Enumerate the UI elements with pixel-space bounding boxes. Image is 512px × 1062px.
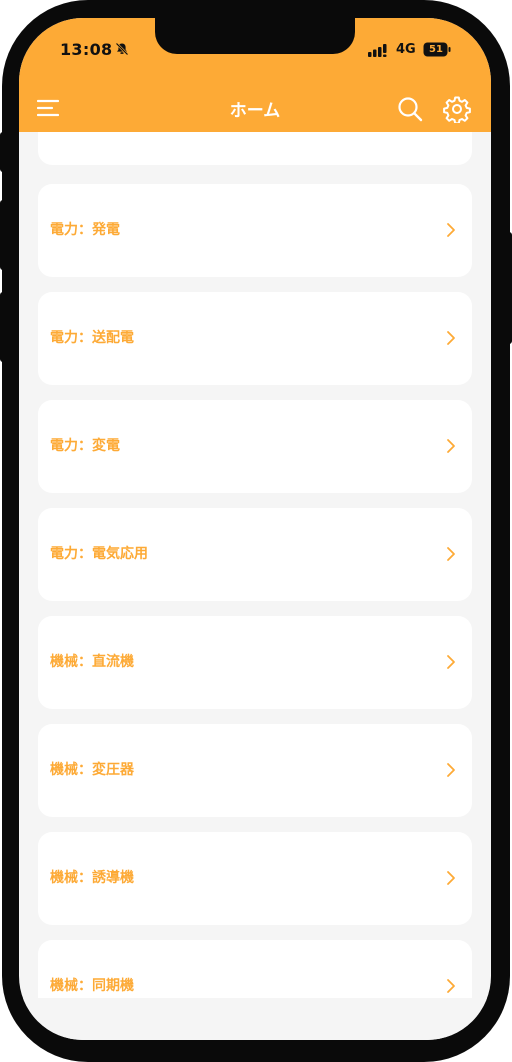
page-title: ホーム xyxy=(229,101,281,121)
chevron-right-icon xyxy=(447,979,455,993)
category-card[interactable]: 機械：直流機 xyxy=(38,616,472,709)
bottom-safe-area xyxy=(19,998,491,1040)
menu-icon[interactable] xyxy=(37,98,59,118)
phone-device: 13:08 4G 51 ホーム 電力：発電 電力：送配電 電力：変電 電力：電気… xyxy=(0,0,512,1062)
category-card[interactable]: 機械：同期機 xyxy=(38,940,472,998)
category-label: 電力：変電 xyxy=(50,438,120,454)
category-label: 電力：電気応用 xyxy=(50,546,148,562)
category-card[interactable] xyxy=(38,132,472,165)
battery-level: 51 xyxy=(429,44,443,55)
volume-down-button xyxy=(0,292,6,362)
category-card[interactable]: 機械：変圧器 xyxy=(38,724,472,817)
category-card[interactable]: 電力：電気応用 xyxy=(38,508,472,601)
chevron-right-icon xyxy=(447,439,455,453)
category-card[interactable]: 電力：変電 xyxy=(38,400,472,493)
app-header: 13:08 4G 51 ホーム xyxy=(19,18,491,132)
network-type: 4G xyxy=(396,42,416,57)
category-card[interactable]: 電力：送配電 xyxy=(38,292,472,385)
category-card[interactable]: 機械：誘導機 xyxy=(38,832,472,925)
power-button xyxy=(506,232,512,344)
mute-switch xyxy=(0,132,6,172)
chevron-right-icon xyxy=(447,763,455,777)
bell-slash-icon xyxy=(115,42,129,56)
chevron-right-icon xyxy=(447,547,455,561)
category-label: 機械：直流機 xyxy=(50,654,134,670)
signal-icon xyxy=(368,44,387,57)
chevron-right-icon xyxy=(447,331,455,345)
category-label: 電力：発電 xyxy=(50,222,120,238)
category-list: 電力：発電 電力：送配電 電力：変電 電力：電気応用 機械：直流機 機械：変圧器 xyxy=(19,132,491,998)
volume-up-button xyxy=(0,200,6,270)
chevron-right-icon xyxy=(447,223,455,237)
chevron-right-icon xyxy=(447,871,455,885)
gear-icon[interactable] xyxy=(443,95,471,123)
category-label: 機械：誘導機 xyxy=(50,870,134,886)
camera-notch xyxy=(155,18,355,54)
category-label: 機械：同期機 xyxy=(50,978,134,994)
app-screen: 13:08 4G 51 ホーム 電力：発電 電力：送配電 電力：変電 電力：電気… xyxy=(19,18,491,1040)
status-time: 13:08 xyxy=(60,40,113,59)
category-label: 機械：変圧器 xyxy=(50,762,134,778)
category-card[interactable]: 電力：発電 xyxy=(38,184,472,277)
category-label: 電力：送配電 xyxy=(50,330,134,346)
chevron-right-icon xyxy=(447,655,455,669)
search-icon[interactable] xyxy=(397,96,423,122)
